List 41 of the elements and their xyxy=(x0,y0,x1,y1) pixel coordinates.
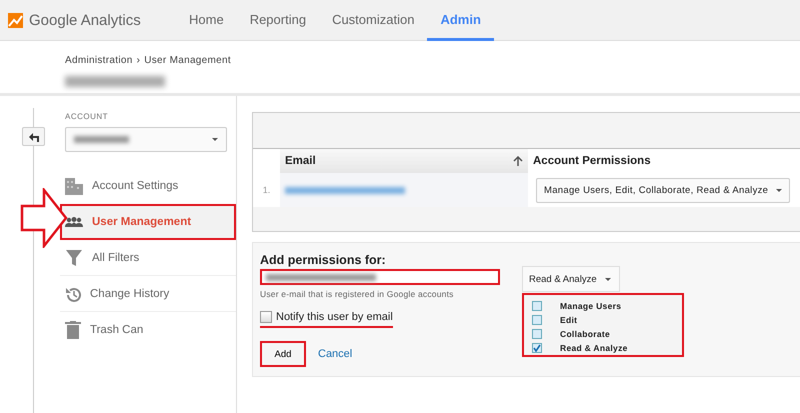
sidebar-item[interactable]: Change History xyxy=(60,276,236,312)
filter-icon xyxy=(65,249,83,266)
email-input-field[interactable] xyxy=(260,269,500,285)
nav-tab[interactable]: Customization xyxy=(319,0,428,41)
notify-checkbox-row[interactable]: Notify this user by email xyxy=(260,311,393,328)
sidebar-item[interactable]: All Filters xyxy=(60,240,236,276)
breadcrumb-item[interactable]: Administration xyxy=(65,55,133,66)
account-label: ACCOUNT xyxy=(65,112,110,121)
building-icon xyxy=(65,176,83,194)
permission-select[interactable]: Read & Analyze xyxy=(522,266,620,292)
sidebar-item[interactable]: Trash Can xyxy=(60,312,236,348)
back-arrow-icon xyxy=(28,132,40,142)
check-icon xyxy=(533,344,541,352)
permissions-dropdown[interactable]: Manage Users, Edit, Collaborate, Read & Analyze xyxy=(536,178,790,202)
nav-tab[interactable]: Reporting xyxy=(236,0,320,41)
cancel-link[interactable]: Cancel xyxy=(318,348,352,360)
sort-up-arrow-icon xyxy=(513,156,523,166)
add-permissions-title: Add permissions for: xyxy=(260,253,387,267)
column-header[interactable]: Email xyxy=(280,149,528,173)
permission-option[interactable]: Manage Users xyxy=(532,300,682,312)
permission-option[interactable]: Edit xyxy=(532,314,682,326)
caret-icon xyxy=(776,188,782,192)
permission-option[interactable]: Read & Analyze xyxy=(532,342,682,354)
caret-icon xyxy=(212,138,218,141)
nav-tab[interactable]: Home xyxy=(176,0,237,41)
history-icon xyxy=(65,286,81,302)
sidebar-item[interactable]: Account Settings xyxy=(60,168,236,204)
breadcrumb-separator: › xyxy=(136,55,140,66)
column-header: Account Permissions xyxy=(532,154,652,169)
trash-icon xyxy=(65,320,81,338)
product-name: Google Analytics xyxy=(29,12,141,28)
back-button[interactable] xyxy=(22,127,45,146)
add-button[interactable]: Add xyxy=(260,341,306,367)
caret-icon xyxy=(604,278,611,280)
field-hint: User e-mail that is registered in Google accounts xyxy=(260,289,455,299)
breadcrumb-item[interactable]: User Management xyxy=(144,55,231,66)
permission-option[interactable]: Collaborate xyxy=(532,328,682,340)
people-icon xyxy=(65,216,83,227)
row-number: 1. xyxy=(262,184,272,197)
analytics-logo-icon xyxy=(8,12,23,28)
sidebar-item[interactable]: User Management xyxy=(60,204,236,240)
